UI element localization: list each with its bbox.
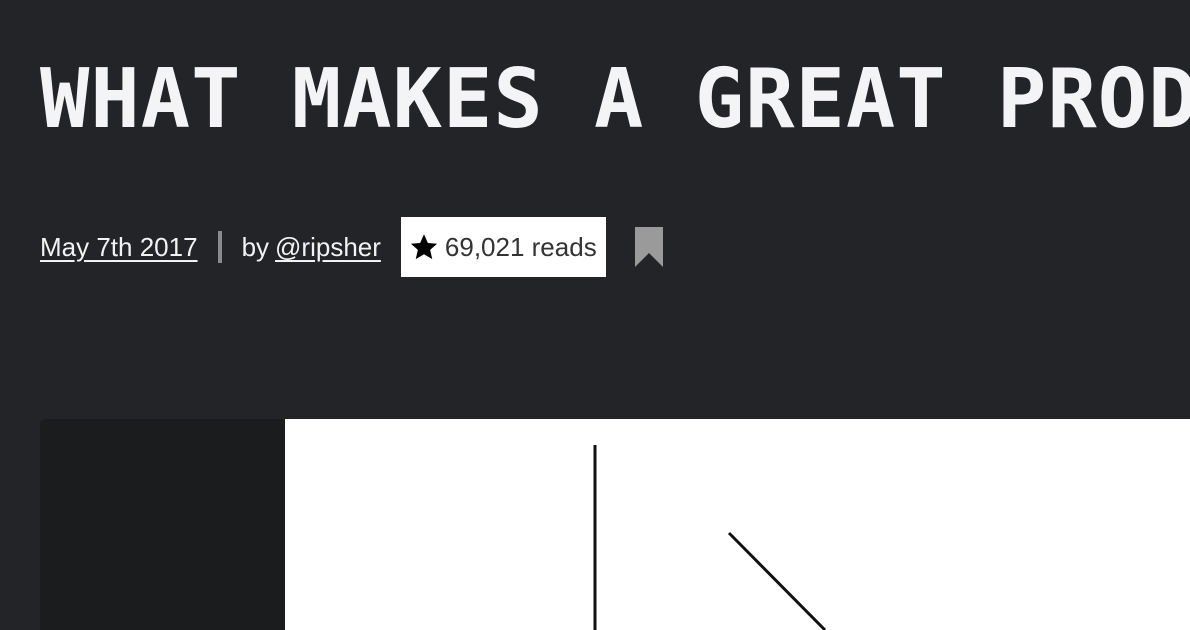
article-meta: May 7th 2017 by @ripsher 69,021 reads (40, 217, 664, 277)
by-label: by (241, 231, 270, 262)
bookmark-icon (634, 227, 663, 267)
reads-count: 69,021 reads (444, 231, 597, 262)
bookmark-button[interactable] (634, 226, 664, 268)
hero-sketch-drawing (593, 445, 827, 630)
publish-date-link[interactable]: May 7th 2017 (40, 232, 198, 263)
author-link[interactable]: @ripsher (275, 232, 381, 263)
hero-image (285, 419, 1190, 630)
hero-image-frame (40, 419, 1190, 630)
star-icon (410, 234, 438, 260)
reads-badge: 69,021 reads (400, 217, 606, 277)
article-title: WHAT MAKES A GREAT PROD (40, 52, 1190, 147)
meta-divider (217, 231, 222, 263)
